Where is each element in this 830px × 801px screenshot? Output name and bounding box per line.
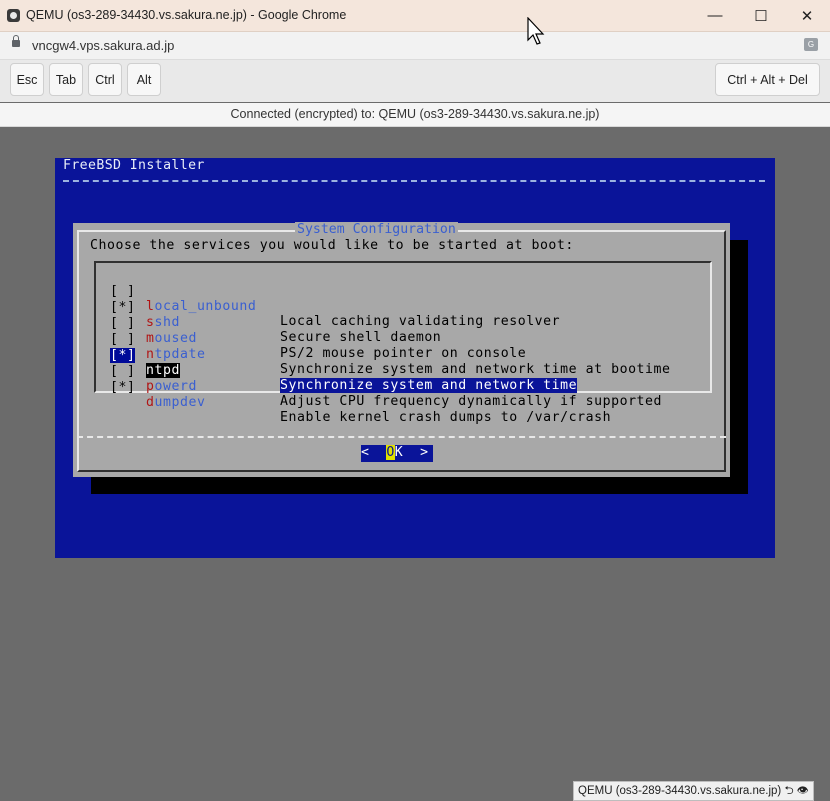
url-text[interactable]: vncgw4.vps.sakura.ad.jp bbox=[32, 38, 174, 53]
backtitle-divider bbox=[63, 180, 765, 182]
installer-backtitle: FreeBSD Installer bbox=[63, 158, 205, 173]
service-description: PS/2 mouse pointer on console bbox=[280, 346, 527, 361]
service-row-ntpdate[interactable]: [ ] ntpdate Synchronize system and netwo… bbox=[110, 317, 670, 377]
service-name: dumpdev bbox=[146, 395, 206, 410]
app-icon bbox=[7, 9, 20, 22]
close-button[interactable]: ✕ bbox=[784, 0, 830, 31]
service-description: Enable kernel crash dumps to /var/crash bbox=[280, 410, 612, 425]
service-row-sshd[interactable]: [*] sshd Secure shell daemon bbox=[110, 285, 441, 345]
cursor-icon bbox=[527, 17, 545, 45]
vnc-toolbar: Esc Tab Ctrl Alt Ctrl + Alt + Del bbox=[0, 60, 830, 102]
system-configuration-dialog: System Configuration Choose the services… bbox=[73, 222, 730, 477]
window-title: QEMU (os3-289-34430.vs.sakura.ne.jp) - G… bbox=[26, 8, 347, 22]
services-checklist: [ ] local_unbound Local caching validati… bbox=[94, 261, 712, 425]
ctrl-key-button[interactable]: Ctrl bbox=[88, 63, 122, 96]
ok-button[interactable]: < OK > bbox=[361, 445, 433, 462]
translate-icon[interactable]: G bbox=[804, 38, 818, 51]
service-row-moused[interactable]: [ ] moused PS/2 mouse pointer on console bbox=[110, 301, 526, 361]
tab-key-button[interactable]: Tab bbox=[49, 63, 83, 96]
vnc-screen[interactable]: FreeBSD Installer System Configuration C… bbox=[55, 158, 775, 558]
service-row-ntpd[interactable]: [*] ntpd Synchronize system and network … bbox=[110, 333, 578, 393]
service-description: Synchronize system and network time bbox=[280, 378, 578, 393]
service-row-local-unbound[interactable]: [ ] local_unbound Local caching validati… bbox=[110, 269, 560, 329]
checkbox[interactable]: [*] bbox=[110, 380, 135, 395]
dialog-separator bbox=[77, 436, 726, 438]
lock-icon[interactable] bbox=[12, 35, 20, 47]
service-description: Adjust CPU frequency dynamically if supp… bbox=[280, 394, 663, 409]
alt-key-button[interactable]: Alt bbox=[127, 63, 161, 96]
dialog-title: System Configuration bbox=[295, 222, 458, 237]
connection-status: Connected (encrypted) to: QEMU (os3-289-… bbox=[0, 103, 830, 127]
window-titlebar: QEMU (os3-289-34430.vs.sakura.ne.jp) - G… bbox=[0, 0, 830, 32]
dialog-prompt: Choose the services you would like to be… bbox=[90, 238, 574, 253]
footer-tooltip: QEMU (os3-289-34430.vs.sakura.ne.jp) ⮌ 👁 bbox=[573, 781, 814, 801]
service-description: Local caching validating resolver bbox=[280, 314, 561, 329]
service-description: Secure shell daemon bbox=[280, 330, 442, 345]
esc-key-button[interactable]: Esc bbox=[10, 63, 44, 96]
address-bar[interactable]: vncgw4.vps.sakura.ad.jp G bbox=[0, 32, 830, 60]
service-row-powerd[interactable]: [ ] powerd Adjust CPU frequency dynamica… bbox=[110, 349, 661, 409]
service-description: Synchronize system and network time at b… bbox=[280, 362, 671, 377]
ctrl-alt-del-button[interactable]: Ctrl + Alt + Del bbox=[715, 63, 820, 96]
service-row-dumpdev[interactable]: [*] dumpdev Enable kernel crash dumps to… bbox=[110, 365, 611, 425]
minimize-button[interactable]: — bbox=[692, 0, 738, 31]
maximize-button[interactable]: ☐ bbox=[738, 0, 784, 31]
